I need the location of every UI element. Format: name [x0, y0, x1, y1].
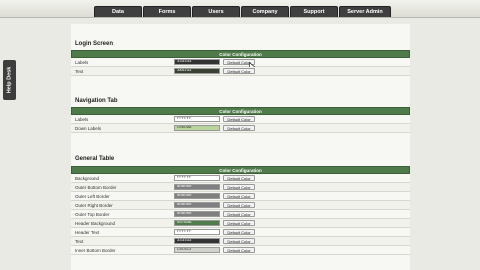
default-color-button[interactable]: Default Color — [223, 116, 255, 122]
default-color-button[interactable]: Default Color — [223, 184, 255, 190]
app-header: Data Forms Users Company Support Server … — [0, 0, 480, 18]
config-row-outer-left-border: Outer Left Border 808080 Default Color — [71, 192, 410, 201]
config-row-outer-bottom-border: Outer Bottom Border 808080 Default Color — [71, 183, 410, 192]
color-configuration-header: Color Configuration — [71, 166, 410, 174]
color-input[interactable]: 333333 — [174, 238, 220, 244]
color-input[interactable]: 808080 — [174, 193, 220, 199]
row-label: Background — [75, 176, 100, 181]
color-input[interactable]: FFFFFF — [174, 175, 220, 181]
tab-company[interactable]: Company — [241, 6, 289, 17]
tab-data[interactable]: Data — [94, 6, 142, 17]
tab-support[interactable]: Support — [290, 6, 338, 17]
color-input[interactable]: FFFFFF — [174, 116, 220, 122]
tab-forms[interactable]: Forms — [143, 6, 191, 17]
config-row-inner-bottom-border: Inner Bottom Border C8C8C2 Default Color — [71, 246, 410, 255]
default-color-button[interactable]: Default Color — [223, 202, 255, 208]
row-label: Labels — [75, 117, 89, 122]
default-color-button[interactable]: Default Color — [223, 247, 255, 253]
row-label: Text — [75, 69, 84, 74]
color-configuration-header: Color Configuration — [71, 107, 410, 115]
tab-users[interactable]: Users — [192, 6, 240, 17]
config-row-header-background: Header Background 507B4A Default Color — [71, 219, 410, 228]
color-input[interactable]: 808080 — [174, 202, 220, 208]
help-desk-tab[interactable]: Help Desk — [3, 60, 16, 100]
config-row-text: Text 3a4233 Default Color — [71, 67, 410, 76]
default-color-button[interactable]: Default Color — [223, 193, 255, 199]
row-label: Header Background — [75, 221, 116, 226]
config-row-down-labels: Down Labels C0DD9A Default Color — [71, 124, 410, 133]
row-label: Outer Bottom Border — [75, 185, 117, 190]
default-color-button[interactable]: Default Color — [223, 211, 255, 217]
section-title-general-table: General Table — [75, 156, 115, 162]
help-desk-label: Help Desk — [6, 66, 13, 94]
config-row-text: Text 333333 Default Color — [71, 237, 410, 246]
config-row-labels: Labels 333333 Default Color — [71, 58, 410, 71]
color-input[interactable]: FFFFFF — [174, 229, 220, 235]
tab-server-admin[interactable]: Server Admin — [339, 6, 391, 17]
row-label: Inner Bottom Border — [75, 248, 116, 253]
row-label: Outer Right Border — [75, 203, 113, 208]
color-input[interactable]: 808080 — [174, 184, 220, 190]
config-row-outer-right-border: Outer Right Border 808080 Default Color — [71, 201, 410, 210]
default-color-button[interactable]: Default Color — [223, 125, 255, 131]
row-label: Outer Top Border — [75, 212, 110, 217]
color-input[interactable]: C8C8C2 — [174, 247, 220, 253]
default-color-button[interactable]: Default Color — [223, 229, 255, 235]
section-title-login-screen: Login Screen — [75, 41, 114, 47]
config-row-header-text: Header Text FFFFFF Default Color — [71, 228, 410, 237]
default-color-button[interactable]: Default Color — [223, 238, 255, 244]
default-color-button[interactable]: Default Color — [223, 175, 255, 181]
section-title-navigation-tab: Navigation Tab — [75, 98, 118, 104]
config-row-outer-top-border: Outer Top Border 808080 Default Color — [71, 210, 410, 219]
color-input[interactable]: 507B4A — [174, 220, 220, 226]
color-input[interactable]: 3a4233 — [174, 68, 220, 74]
color-configuration-header: Color Configuration — [71, 50, 410, 58]
config-row-background: Background FFFFFF Default Color — [71, 174, 410, 183]
row-label: Text — [75, 239, 84, 244]
row-label: Down Labels — [75, 126, 102, 131]
main-content: Login Screen Color Configuration Labels … — [71, 24, 410, 270]
default-color-button[interactable]: Default Color — [223, 68, 255, 74]
default-color-button[interactable]: Default Color — [223, 220, 255, 226]
row-label: Header Text — [75, 230, 100, 235]
color-input[interactable]: 333333 — [174, 59, 220, 65]
main-nav-tabs: Data Forms Users Company Support Server … — [94, 6, 391, 17]
color-input[interactable]: 808080 — [174, 211, 220, 217]
color-input[interactable]: C0DD9A — [174, 125, 220, 131]
row-label: Outer Left Border — [75, 194, 110, 199]
row-label: Labels — [75, 60, 89, 65]
config-row-labels: Labels FFFFFF Default Color — [71, 115, 410, 124]
